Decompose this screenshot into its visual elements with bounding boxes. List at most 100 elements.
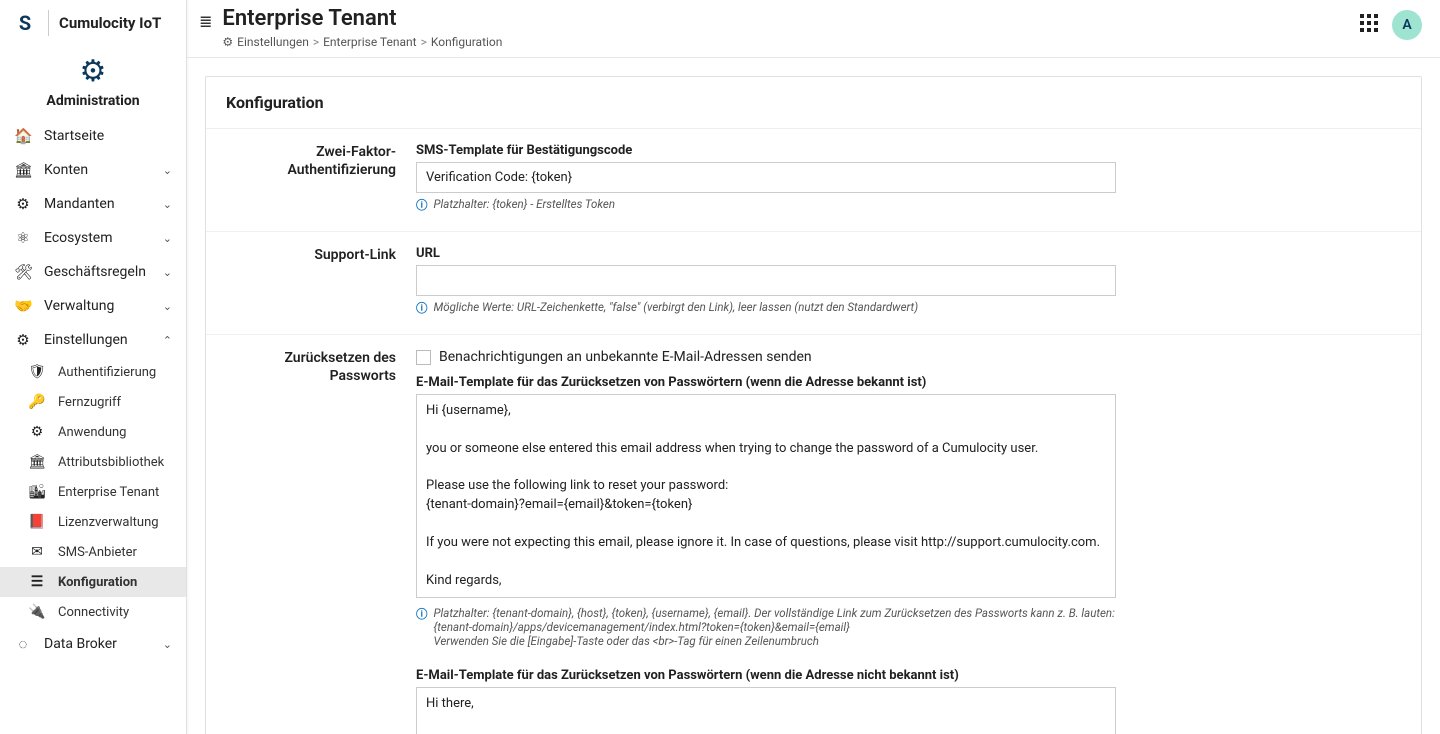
- nav-accounts[interactable]: 🏛 Konten ⌄: [0, 153, 186, 187]
- gear-icon: ⚙: [14, 195, 32, 213]
- app-switcher-icon[interactable]: [1360, 14, 1378, 37]
- chevron-up-icon: ⌃: [163, 334, 172, 347]
- chevron-down-icon: ⌄: [163, 300, 172, 313]
- sms-template-input[interactable]: [416, 162, 1116, 193]
- pwreset-known-help: ⓘ Platzhalter: {tenant-domain}, {host}, …: [416, 606, 1116, 648]
- chevron-down-icon: ⌄: [163, 164, 172, 177]
- nav-sub-enterprise[interactable]: 🏙 Enterprise Tenant: [0, 477, 186, 507]
- app-switcher-block[interactable]: ⚙ Administration: [0, 46, 186, 119]
- nav-sub-sms[interactable]: ✉ SMS-Anbieter: [0, 537, 186, 567]
- nav-sub-application[interactable]: ⚙ Anwendung: [0, 417, 186, 447]
- chevron-down-icon: ⌄: [163, 232, 172, 245]
- crumb-settings[interactable]: Einstellungen: [237, 35, 309, 49]
- gear-badge-icon: ⚙: [0, 54, 186, 89]
- toggle-sidebar-button[interactable]: ≣: [199, 6, 212, 31]
- config-card: Konfiguration Zwei-Faktor-Authentifizier…: [205, 76, 1422, 734]
- book-icon: 📕: [28, 514, 46, 530]
- key-icon: 🔑: [28, 394, 46, 410]
- brand-row: S Cumulocity IoT: [0, 0, 186, 46]
- nav-sub-config[interactable]: ☰ Konfiguration: [0, 567, 186, 597]
- chevron-down-icon: ⌄: [163, 638, 172, 651]
- card-heading: Konfiguration: [206, 77, 1421, 129]
- info-icon: ⓘ: [416, 606, 428, 648]
- nav-sub-remote[interactable]: 🔑 Fernzugriff: [0, 387, 186, 417]
- nav-sub-license-label: Lizenzverwaltung: [58, 515, 159, 530]
- nav-sub-auth[interactable]: 🛡 Authentifizierung: [0, 357, 186, 387]
- library-icon: 🏛: [28, 454, 46, 470]
- notify-unknown-label: Benachrichtigungen an unbekannte E-Mail-…: [439, 349, 812, 365]
- atom-icon: ⚛: [14, 229, 32, 247]
- notify-unknown-checkbox-row[interactable]: Benachrichtigungen an unbekannte E-Mail-…: [416, 349, 1116, 365]
- nav-tenants[interactable]: ⚙ Mandanten ⌄: [0, 187, 186, 221]
- nav-ecosystem[interactable]: ⚛ Ecosystem ⌄: [0, 221, 186, 255]
- content-scroll[interactable]: Konfiguration Zwei-Faktor-Authentifizier…: [187, 58, 1440, 734]
- field-sms-template-label: SMS-Template für Bestätigungscode: [416, 143, 1116, 158]
- nav-business-rules[interactable]: 🛠 Geschäftsregeln ⌄: [0, 255, 186, 289]
- topbar-titles: Enterprise Tenant ⚙ Einstellungen > Ente…: [222, 6, 1350, 49]
- home-icon: 🏠: [14, 127, 32, 145]
- pwreset-unknown-textarea[interactable]: [416, 687, 1116, 734]
- nav-sub-config-label: Konfiguration: [58, 575, 137, 590]
- circle-dashed-icon: ◌: [14, 635, 32, 653]
- product-logo-icon: S: [12, 10, 38, 36]
- nav-tenants-label: Mandanten: [44, 196, 115, 212]
- product-name: Cumulocity IoT: [59, 14, 161, 32]
- nav-sub-connectivity[interactable]: 🔌 Connectivity: [0, 597, 186, 627]
- info-icon: ⓘ: [416, 300, 428, 316]
- section-twofa: Zwei-Faktor-Authentifizierung SMS-Templa…: [206, 129, 1421, 232]
- user-avatar[interactable]: A: [1392, 10, 1422, 40]
- nav-sub-attrlib[interactable]: 🏛 Attributsbibliothek: [0, 447, 186, 477]
- pwreset-known-help-text: Platzhalter: {tenant-domain}, {host}, {t…: [434, 606, 1117, 648]
- gear-icon: ⚙: [28, 424, 46, 440]
- crumb-config: Konfiguration: [431, 35, 503, 49]
- nav-sub-license[interactable]: 📕 Lizenzverwaltung: [0, 507, 186, 537]
- nav-sub-auth-label: Authentifizierung: [58, 365, 156, 380]
- nav-sub-remote-label: Fernzugriff: [58, 395, 121, 410]
- nav-sub-application-label: Anwendung: [58, 425, 126, 440]
- envelope-icon: ✉: [28, 544, 46, 560]
- chevron-down-icon: ⌄: [163, 266, 172, 279]
- main-column: ≣ Enterprise Tenant ⚙ Einstellungen > En…: [187, 0, 1440, 734]
- nav-databroker-label: Data Broker: [44, 636, 117, 652]
- nav-home[interactable]: 🏠 Startseite: [0, 119, 186, 153]
- nav-management[interactable]: 🤝 Verwaltung ⌄: [0, 289, 186, 323]
- gear-icon: ⚙: [222, 35, 233, 49]
- topbar-actions: A: [1360, 6, 1422, 40]
- wrench-icon: 🛠: [14, 263, 32, 281]
- sms-template-help: ⓘ Platzhalter: {token} - Erstelltes Toke…: [416, 197, 1116, 213]
- field-url-label: URL: [416, 246, 1116, 261]
- chevron-down-icon: ⌄: [163, 198, 172, 211]
- nav-mgmt-label: Verwaltung: [44, 298, 114, 314]
- app-name-label: Administration: [0, 93, 186, 109]
- breadcrumb: ⚙ Einstellungen > Enterprise Tenant > Ko…: [222, 35, 1350, 49]
- pwreset-known-textarea[interactable]: [416, 394, 1116, 598]
- notify-unknown-checkbox[interactable]: [416, 350, 431, 365]
- section-pwreset: Zurücksetzen des Passworts Benachrichtig…: [206, 335, 1421, 734]
- section-support: Support-Link URL ⓘ Mögliche Werte: URL-Z…: [206, 232, 1421, 335]
- nav-rules-label: Geschäftsregeln: [44, 264, 146, 280]
- info-icon: ⓘ: [416, 197, 428, 213]
- support-url-input[interactable]: [416, 265, 1116, 296]
- sidebar: S Cumulocity IoT ⚙ Administration 🏠 Star…: [0, 0, 187, 734]
- pwreset-unknown-label: E-Mail-Template für das Zurücksetzen von…: [416, 668, 1116, 683]
- nav-settings-label: Einstellungen: [44, 332, 128, 348]
- pwreset-known-label: E-Mail-Template für das Zurücksetzen von…: [416, 375, 1116, 390]
- crumb-enterprise[interactable]: Enterprise Tenant: [323, 35, 416, 49]
- nav-data-broker[interactable]: ◌ Data Broker ⌄: [0, 627, 186, 661]
- section-twofa-label: Zwei-Faktor-Authentifizierung: [226, 143, 396, 213]
- plug-icon: 🔌: [28, 604, 46, 620]
- nav-settings[interactable]: ⚙ Einstellungen ⌃: [0, 323, 186, 357]
- page-title: Enterprise Tenant: [222, 6, 1350, 31]
- nav-sub-connectivity-label: Connectivity: [58, 605, 129, 620]
- section-support-label: Support-Link: [226, 246, 396, 316]
- nav-accounts-label: Konten: [44, 162, 88, 178]
- support-url-help: ⓘ Mögliche Werte: URL-Zeichenkette, "fal…: [416, 300, 1116, 316]
- topbar: ≣ Enterprise Tenant ⚙ Einstellungen > En…: [187, 0, 1440, 58]
- nav-sub-enterprise-label: Enterprise Tenant: [58, 485, 159, 500]
- sliders-icon: ☰: [28, 574, 46, 590]
- section-pwreset-label: Zurücksetzen des Passworts: [226, 349, 396, 734]
- brand-separator: [48, 10, 49, 36]
- crumb-sep: >: [421, 35, 427, 49]
- sidebar-nav: 🏠 Startseite 🏛 Konten ⌄ ⚙ Mandanten ⌄ ⚛ …: [0, 119, 186, 734]
- crumb-sep: >: [313, 35, 319, 49]
